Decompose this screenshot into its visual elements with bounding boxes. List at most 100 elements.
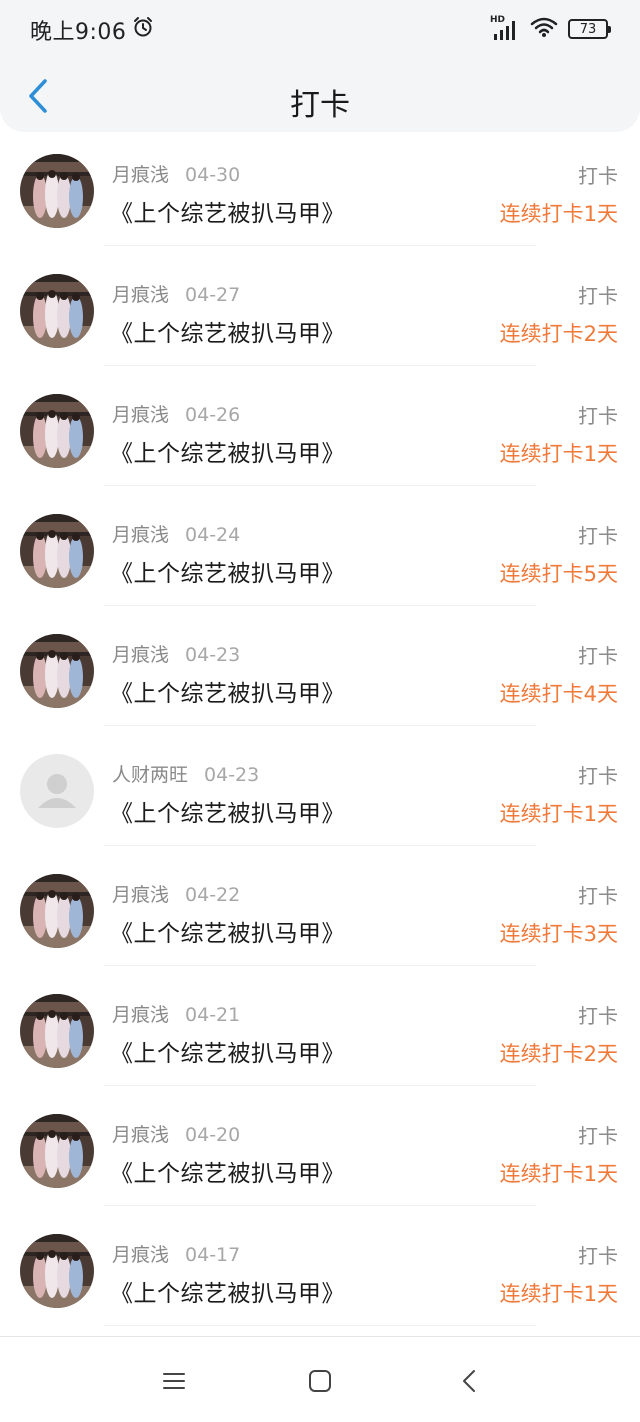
battery-level: 73 [579,21,597,37]
group-photo-icon [20,1114,94,1188]
book-title[interactable]: 《上个综艺被扒马甲》 [110,914,345,948]
checkin-label: 打卡 [578,404,618,428]
streak-label: 连续打卡4天 [499,682,618,706]
menu-icon [163,1373,185,1389]
clock-text: 晚上9:06 [30,20,127,45]
avatar[interactable] [20,1234,94,1308]
checkin-date: 04-17 [185,1244,241,1266]
system-back-button[interactable] [455,1367,483,1395]
username[interactable]: 月痕浅 [112,884,169,906]
list-item[interactable]: 月痕浅 04-21 《上个综艺被扒马甲》 打卡 连续打卡2天 [0,952,640,1086]
checkin-date: 04-27 [185,284,241,306]
item-meta: 月痕浅 04-30 [112,160,240,187]
avatar[interactable] [20,1114,94,1188]
checkin-list: 月痕浅 04-30 《上个综艺被扒马甲》 打卡 连续打卡1天 月痕浅 04-27 《… [0,112,640,1326]
username[interactable]: 月痕浅 [112,524,169,546]
divider [104,1325,536,1326]
alarm-icon [132,16,154,44]
username[interactable]: 月痕浅 [112,1004,169,1026]
item-meta: 月痕浅 04-27 [112,280,240,307]
book-title[interactable]: 《上个综艺被扒马甲》 [110,434,345,468]
group-photo-icon [20,994,94,1068]
group-photo-icon [20,874,94,948]
checkin-label: 打卡 [578,644,618,668]
list-item[interactable]: 月痕浅 04-22 《上个综艺被扒马甲》 打卡 连续打卡3天 [0,832,640,966]
username[interactable]: 月痕浅 [112,644,169,666]
avatar[interactable] [20,514,94,588]
username[interactable]: 月痕浅 [112,164,169,186]
wifi-icon [530,16,558,42]
username[interactable]: 月痕浅 [112,404,169,426]
username[interactable]: 月痕浅 [112,1124,169,1146]
streak-label: 连续打卡3天 [499,922,618,946]
checkin-label: 打卡 [578,524,618,548]
checkin-date: 04-20 [185,1124,241,1146]
checkin-date: 04-24 [185,524,241,546]
back-icon [463,1370,475,1392]
list-item[interactable]: 月痕浅 04-20 《上个综艺被扒马甲》 打卡 连续打卡1天 [0,1072,640,1206]
checkin-date: 04-21 [185,1004,241,1026]
book-title[interactable]: 《上个综艺被扒马甲》 [110,1154,345,1188]
home-button[interactable] [306,1367,334,1395]
person-icon [20,754,94,828]
checkin-label: 打卡 [578,1004,618,1028]
streak-label: 连续打卡5天 [499,562,618,586]
battery-icon: 73 [568,19,611,39]
checkin-label: 打卡 [578,1244,618,1268]
streak-label: 连续打卡1天 [499,802,618,826]
book-title[interactable]: 《上个综艺被扒马甲》 [110,674,345,708]
checkin-label: 打卡 [578,164,618,188]
list-item[interactable]: 月痕浅 04-23 《上个综艺被扒马甲》 打卡 连续打卡4天 [0,592,640,726]
list-item[interactable]: 月痕浅 04-26 《上个综艺被扒马甲》 打卡 连续打卡1天 [0,352,640,486]
book-title[interactable]: 《上个综艺被扒马甲》 [110,794,345,828]
avatar[interactable] [20,154,94,228]
checkin-label: 打卡 [578,764,618,788]
checkin-date: 04-23 [185,644,241,666]
home-icon [309,1370,331,1392]
group-photo-icon [20,634,94,708]
checkin-label: 打卡 [578,284,618,308]
book-title[interactable]: 《上个综艺被扒马甲》 [110,1274,345,1308]
list-item[interactable]: 人财两旺 04-23 《上个综艺被扒马甲》 打卡 连续打卡1天 [0,712,640,846]
status-bar: 晚上9:06 HD 73 [0,0,640,62]
book-title[interactable]: 《上个综艺被扒马甲》 [110,194,345,228]
item-meta: 月痕浅 04-22 [112,880,240,907]
avatar[interactable] [20,754,94,828]
avatar[interactable] [20,874,94,948]
list-item[interactable]: 月痕浅 04-17 《上个综艺被扒马甲》 打卡 连续打卡1天 [0,1192,640,1326]
avatar[interactable] [20,994,94,1068]
group-photo-icon [20,1234,94,1308]
status-icons: HD 73 [490,15,611,42]
streak-label: 连续打卡1天 [499,202,618,226]
menu-button[interactable] [160,1367,188,1395]
username[interactable]: 月痕浅 [112,1244,169,1266]
list-item[interactable]: 月痕浅 04-24 《上个综艺被扒马甲》 打卡 连续打卡5天 [0,472,640,606]
streak-label: 连续打卡1天 [499,442,618,466]
username[interactable]: 人财两旺 [112,764,188,786]
item-meta: 人财两旺 04-23 [112,760,259,787]
group-photo-icon [20,514,94,588]
avatar[interactable] [20,394,94,468]
item-meta: 月痕浅 04-17 [112,1240,240,1267]
signal-icon: HD [490,15,520,41]
streak-label: 连续打卡2天 [499,322,618,346]
group-photo-icon [20,394,94,468]
item-meta: 月痕浅 04-23 [112,640,240,667]
system-nav-bar [0,1336,640,1422]
avatar[interactable] [20,634,94,708]
streak-label: 连续打卡1天 [499,1162,618,1186]
book-title[interactable]: 《上个综艺被扒马甲》 [110,554,345,588]
checkin-label: 打卡 [578,1124,618,1148]
book-title[interactable]: 《上个综艺被扒马甲》 [110,314,345,348]
checkin-date: 04-26 [185,404,241,426]
item-meta: 月痕浅 04-20 [112,1120,240,1147]
book-title[interactable]: 《上个综艺被扒马甲》 [110,1034,345,1068]
streak-label: 连续打卡1天 [499,1282,618,1306]
list-item[interactable]: 月痕浅 04-27 《上个综艺被扒马甲》 打卡 连续打卡2天 [0,232,640,366]
checkin-date: 04-23 [204,764,260,786]
avatar[interactable] [20,274,94,348]
username[interactable]: 月痕浅 [112,284,169,306]
status-time: 晚上9:06 [30,14,154,46]
list-item[interactable]: 月痕浅 04-30 《上个综艺被扒马甲》 打卡 连续打卡1天 [0,112,640,246]
item-meta: 月痕浅 04-26 [112,400,240,427]
